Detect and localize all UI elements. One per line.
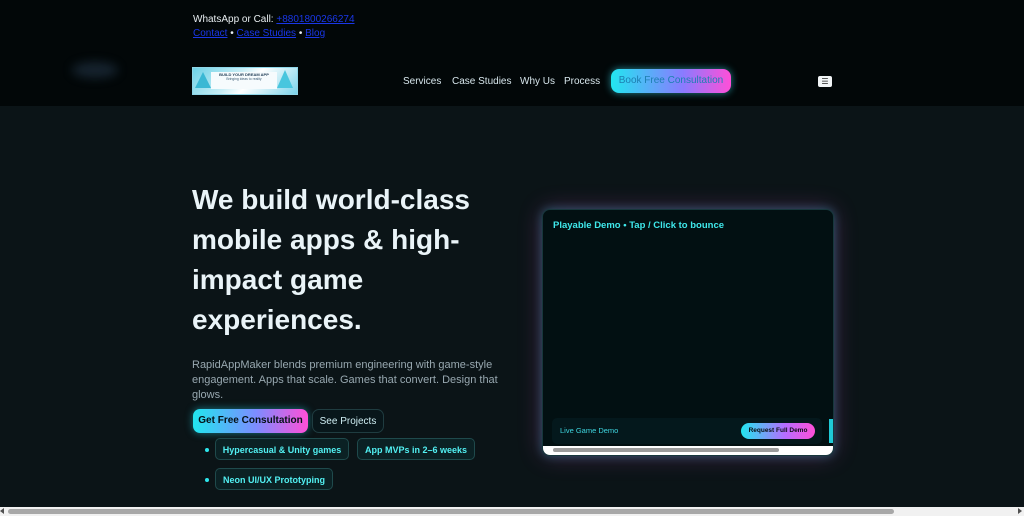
nav-why-us[interactable]: Why Us — [520, 76, 555, 87]
demo-scrollbar-thumb[interactable] — [553, 448, 779, 452]
decorative-glow — [72, 62, 118, 78]
nav-case-studies[interactable]: Case Studies — [452, 76, 511, 87]
logo-line2: Bringing ideas to reality — [226, 77, 262, 81]
scroll-right-arrow-icon[interactable] — [1018, 508, 1022, 514]
contact-prefix: WhatsApp or Call: — [193, 14, 277, 25]
quick-links: Contact • Case Studies • Blog — [193, 28, 325, 39]
demo-scrollbar[interactable] — [543, 446, 833, 455]
site-logo[interactable]: BUILD YOUR DREAM APP Bringing ideas to r… — [192, 67, 298, 95]
blog-link[interactable]: Blog — [305, 28, 325, 39]
hero-description: RapidAppMaker blends premium engineering… — [192, 359, 498, 401]
bullet-dot-icon — [205, 448, 209, 452]
get-free-consultation-button[interactable]: Get Free Consultation — [193, 409, 308, 433]
contact-link[interactable]: Contact — [193, 28, 227, 39]
bullet-dot-icon — [205, 478, 209, 482]
nav-process[interactable]: Process — [564, 76, 600, 87]
top-bar: WhatsApp or Call: +8801800266274 Contact… — [0, 0, 1024, 106]
see-projects-button[interactable]: See Projects — [312, 409, 384, 433]
logo-text-block: BUILD YOUR DREAM APP Bringing ideas to r… — [211, 72, 277, 89]
feature-chip-games: Hypercasual & Unity games — [215, 438, 349, 460]
nav-services[interactable]: Services — [403, 76, 441, 87]
logo-shape — [195, 72, 211, 88]
phone-link[interactable]: +8801800266274 — [276, 14, 354, 25]
request-full-demo-button[interactable]: Request Full Demo — [741, 423, 815, 439]
logo-shape — [277, 70, 293, 88]
page-scrollbar-thumb[interactable] — [8, 509, 894, 514]
demo-footer: Live Game Demo Request Full Demo — [552, 418, 822, 444]
demo-edge-accent — [829, 419, 833, 443]
contact-line: WhatsApp or Call: +8801800266274 — [193, 14, 355, 25]
link-separator: • — [298, 28, 303, 39]
hero-title: We build world-class mobile apps & high-… — [192, 184, 470, 335]
demo-title: Playable Demo • Tap / Click to bounce — [553, 220, 725, 231]
hamburger-menu-icon[interactable]: ☰ — [818, 76, 832, 87]
feature-chip-prototyping: Neon UI/UX Prototyping — [215, 468, 333, 490]
link-separator: • — [230, 28, 234, 39]
case-studies-link[interactable]: Case Studies — [237, 28, 296, 39]
playable-demo-card[interactable]: Playable Demo • Tap / Click to bounce Li… — [542, 209, 834, 456]
feature-chip-mvp: App MVPs in 2–6 weeks — [357, 438, 475, 460]
book-consultation-button[interactable]: Book Free Consultation — [611, 69, 731, 93]
demo-footer-label: Live Game Demo — [560, 426, 619, 435]
page-horizontal-scrollbar[interactable] — [0, 507, 1024, 516]
scroll-left-arrow-icon[interactable] — [0, 508, 4, 514]
